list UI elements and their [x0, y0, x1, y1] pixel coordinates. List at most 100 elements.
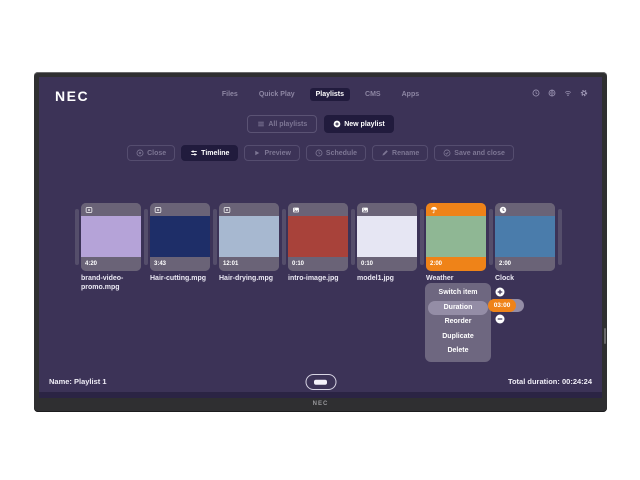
item-context-menu: Switch itemDurationReorderDuplicateDelet…: [425, 283, 491, 362]
media-card[interactable]: 2:00: [495, 203, 555, 271]
monitor-bezel: NEC FilesQuick PlayPlaylistsCMSApps All …: [34, 72, 607, 412]
film-icon: [223, 206, 231, 214]
hamburger-icon: [257, 120, 265, 128]
top-bar: NEC FilesQuick PlayPlaylistsCMSApps: [39, 85, 602, 105]
menu-item-switch-item[interactable]: Switch item: [425, 286, 491, 301]
wifi-icon[interactable]: [564, 89, 572, 97]
bezel-control-stick[interactable]: [604, 328, 606, 344]
timeline-item-weather[interactable]: 2:00Weather: [426, 203, 486, 284]
drop-indicator-handle[interactable]: [558, 209, 562, 265]
card-filename: intro-image.jpg: [288, 275, 354, 284]
tab-cms[interactable]: CMS: [359, 88, 387, 101]
close-button[interactable]: Close: [127, 145, 175, 161]
gear-icon[interactable]: [580, 89, 588, 97]
timeline-item-intro-image.jpg[interactable]: 0:10intro-image.jpg: [288, 203, 348, 284]
menu-item-delete[interactable]: Delete: [425, 344, 491, 359]
timeline-button[interactable]: Timeline: [181, 145, 238, 161]
plus-circle-icon: [333, 120, 341, 128]
media-card[interactable]: 0:10: [357, 203, 417, 271]
photo-icon: [361, 206, 369, 214]
media-card[interactable]: 2:00: [426, 203, 486, 271]
clock-icon: [315, 149, 323, 157]
clock-filled-icon: [499, 206, 507, 214]
status-icon-group: [532, 89, 588, 97]
card-filename: model1.jpg: [357, 275, 423, 284]
card-header: [426, 203, 486, 216]
drop-indicator-handle[interactable]: [489, 209, 493, 265]
schedule-button[interactable]: Schedule: [306, 145, 366, 161]
card-filename: brand-video-promo.mpg: [81, 275, 147, 292]
new-playlist-button[interactable]: New playlist: [324, 115, 393, 133]
all-playlists-label: All playlists: [268, 121, 307, 128]
close-circle-icon: [136, 149, 144, 157]
card-thumbnail: [219, 216, 279, 257]
duration-value-field[interactable]: 03:00: [488, 299, 524, 312]
clock-icon[interactable]: [532, 89, 540, 97]
card-filename: Hair-drying.mpg: [219, 275, 285, 284]
photo-icon: [292, 206, 300, 214]
globe-icon[interactable]: [548, 89, 556, 97]
card-header: [81, 203, 141, 216]
menu-item-duplicate[interactable]: Duplicate: [425, 330, 491, 345]
card-filename: Hair-cutting.mpg: [150, 275, 216, 284]
media-card[interactable]: 12:01: [219, 203, 279, 271]
tab-playlists[interactable]: Playlists: [310, 88, 350, 101]
card-thumbnail: [81, 216, 141, 257]
save-and-close-button[interactable]: Save and close: [434, 145, 514, 161]
card-thumbnail: [288, 216, 348, 257]
timeline-toolbar: Close Timeline Preview Schedule Rename Save a…: [39, 145, 602, 161]
button-label: Save and close: [454, 150, 505, 157]
drop-indicator-handle[interactable]: [282, 209, 286, 265]
card-thumbnail: [495, 216, 555, 257]
menu-item-reorder[interactable]: Reorder: [425, 315, 491, 330]
tab-apps[interactable]: Apps: [396, 88, 426, 101]
card-duration: 0:10: [357, 257, 417, 271]
duration-value[interactable]: 03:00: [488, 299, 516, 312]
collapse-handle-button[interactable]: [305, 374, 336, 390]
drop-indicator-handle[interactable]: [144, 209, 148, 265]
card-filename: Clock: [495, 275, 561, 284]
card-duration: 3:43: [150, 257, 210, 271]
timeline-strip: 4:20brand-video-promo.mpg3:43Hair-cuttin…: [72, 203, 564, 292]
card-header: [288, 203, 348, 216]
drop-indicator-handle[interactable]: [213, 209, 217, 265]
duration-decrease-button[interactable]: [495, 314, 505, 324]
media-card[interactable]: 4:20: [81, 203, 141, 271]
tab-files[interactable]: Files: [216, 88, 244, 101]
media-card[interactable]: 0:10: [288, 203, 348, 271]
play-icon: [253, 149, 261, 157]
bottom-bar: Name: Playlist 1 Total duration: 00:24:2…: [39, 373, 602, 391]
drop-indicator-handle[interactable]: [420, 209, 424, 265]
drop-indicator-handle[interactable]: [351, 209, 355, 265]
button-label: Timeline: [201, 150, 229, 157]
drop-indicator-handle[interactable]: [75, 209, 79, 265]
timeline-item-brand-video-promo.mpg[interactable]: 4:20brand-video-promo.mpg: [81, 203, 141, 292]
timeline-item-hair-drying.mpg[interactable]: 12:01Hair-drying.mpg: [219, 203, 279, 284]
timeline-item-hair-cutting.mpg[interactable]: 3:43Hair-cutting.mpg: [150, 203, 210, 284]
preview-button[interactable]: Preview: [244, 145, 299, 161]
check-circle-icon: [443, 149, 451, 157]
playlist-name: Name: Playlist 1: [49, 377, 107, 386]
duration-increase-button[interactable]: [495, 287, 505, 297]
card-duration: 2:00: [426, 257, 486, 271]
media-card[interactable]: 3:43: [150, 203, 210, 271]
button-label: Preview: [264, 150, 290, 157]
tab-quick-play[interactable]: Quick Play: [253, 88, 301, 101]
button-label: Close: [147, 150, 166, 157]
main-nav: Files Quick Play Playlists CMS Apps: [39, 88, 602, 101]
new-playlist-label: New playlist: [344, 121, 384, 128]
card-duration: 4:20: [81, 257, 141, 271]
timeline-item-model1.jpg[interactable]: 0:10model1.jpg: [357, 203, 417, 284]
card-thumbnail: [357, 216, 417, 257]
total-duration: Total duration: 00:24:24: [508, 377, 592, 386]
card-duration: 2:00: [495, 257, 555, 271]
menu-item-duration[interactable]: Duration: [428, 301, 488, 316]
card-header: [495, 203, 555, 216]
timeline-item-clock[interactable]: 2:00Clock: [495, 203, 555, 284]
card-duration: 0:10: [288, 257, 348, 271]
rename-button[interactable]: Rename: [372, 145, 428, 161]
all-playlists-button[interactable]: All playlists: [247, 115, 317, 133]
card-header: [219, 203, 279, 216]
umbrella-icon: [430, 206, 438, 214]
collapse-handle-bar: [314, 380, 327, 385]
